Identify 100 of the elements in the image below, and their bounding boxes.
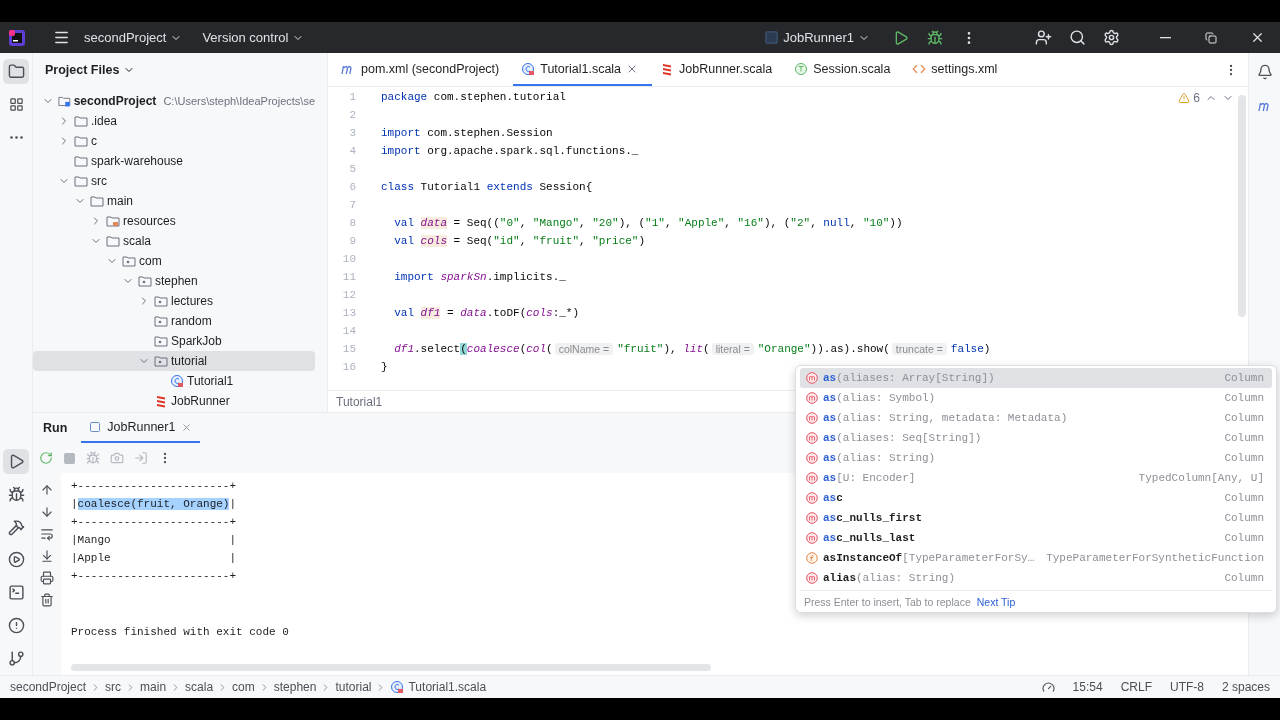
hammer-icon xyxy=(7,518,25,536)
tree-item[interactable]: secondProject C:\Users\steph\IdeaProjects\se xyxy=(33,91,315,111)
scroll-end-icon xyxy=(40,549,54,563)
method-icon xyxy=(806,512,818,524)
completion-item[interactable]: alias(alias: String) Column xyxy=(800,568,1272,588)
code-line: import sparkSn.implicits._ xyxy=(393,271,566,283)
line-number: 2 xyxy=(348,109,356,121)
console-line: |Apple | xyxy=(71,551,237,566)
completion-item[interactable]: as(alias: String, metadata: Metadata) Column xyxy=(800,408,1272,428)
completion-item[interactable]: asc_nulls_first Column xyxy=(800,508,1272,528)
code-line: import org.apache.spark.sql.functions._ xyxy=(381,145,639,157)
next-tip-link[interactable]: Next Tip xyxy=(976,595,1016,608)
tree-item[interactable]: tutorial xyxy=(33,351,315,371)
vcs-menu[interactable]: Version control xyxy=(196,27,311,48)
tree-item[interactable]: stephen xyxy=(33,271,315,291)
tree-item[interactable]: c xyxy=(33,131,315,151)
class-icon xyxy=(390,680,405,694)
completion-item[interactable]: as(aliases: Seq[String]) Column xyxy=(800,428,1272,448)
line-number: 13 xyxy=(341,307,356,319)
completion-hint: Press Enter to insert, Tab to replace xyxy=(804,595,971,608)
clear-button[interactable] xyxy=(38,591,56,609)
package-icon xyxy=(154,294,168,308)
completion-item[interactable]: asc_nulls_last Column xyxy=(800,528,1272,548)
folder-icon xyxy=(7,62,25,80)
completion-item[interactable]: asInstanceOf[TypeParameterForSy… TypeParameterForSyntheticFunction xyxy=(800,548,1272,568)
console-line: |Mango | xyxy=(71,533,237,548)
completion-item[interactable]: asc Column xyxy=(800,488,1272,508)
scrollbar[interactable] xyxy=(71,664,711,671)
line-number: 16 xyxy=(341,361,356,373)
line-number: 5 xyxy=(348,163,356,175)
run-tab[interactable]: JobRunner1 xyxy=(81,413,201,443)
tree-item[interactable]: main xyxy=(33,191,315,211)
breadcrumb-item[interactable]: Tutorial1.scala xyxy=(408,680,487,694)
breadcrumb-item[interactable]: main xyxy=(140,680,167,694)
print-button[interactable] xyxy=(38,569,56,587)
console-line: +-----------------------+ xyxy=(71,569,237,584)
file-encoding[interactable]: UTF-8 xyxy=(1169,680,1204,694)
scrollbar[interactable] xyxy=(1238,95,1246,317)
indent-setting[interactable]: 2 spaces xyxy=(1221,680,1270,694)
camera-icon xyxy=(110,451,124,465)
breadcrumb-item[interactable]: com xyxy=(232,680,255,694)
editor-tab[interactable]: JobRunner.scala xyxy=(652,53,787,86)
function-icon xyxy=(806,552,818,564)
editor-tab[interactable]: settings.xml xyxy=(904,53,1012,86)
warnings-count[interactable]: 6 xyxy=(1178,91,1200,105)
tree-item[interactable]: SparkJob xyxy=(33,331,315,351)
app-logo[interactable] xyxy=(8,28,26,47)
tree-item[interactable]: lectures xyxy=(33,291,315,311)
project-selector[interactable]: secondProject xyxy=(78,27,189,48)
method-icon xyxy=(806,432,818,444)
printer-icon xyxy=(40,571,54,585)
code-line: df1.select(coalesce(col( colName = "fruit"), lit( literal = "Orange")).as).show( truncate = false) xyxy=(393,343,991,355)
project-view-selector[interactable]: Project Files xyxy=(43,61,138,79)
tree-item[interactable]: Tutorial1 xyxy=(33,371,315,391)
completion-item[interactable]: as(alias: Symbol) Column xyxy=(800,388,1272,408)
completion-item[interactable]: as(aliases: Array[String]) Column xyxy=(800,368,1272,388)
more-icon xyxy=(9,135,23,139)
tree-item[interactable]: src xyxy=(33,171,315,191)
scala-file-icon xyxy=(154,394,168,408)
run-configuration-selector[interactable]: JobRunner1 xyxy=(758,27,876,48)
editor-tab[interactable]: pom.xml (secondProject) xyxy=(332,53,514,86)
line-number: 4 xyxy=(348,145,356,157)
tree-item[interactable]: scala xyxy=(33,231,315,251)
completion-item[interactable]: as(alias: String) Column xyxy=(800,448,1272,468)
tree-item[interactable]: com xyxy=(33,251,315,271)
caret-position[interactable]: 15:54 xyxy=(1072,680,1103,694)
method-icon xyxy=(806,392,818,404)
line-number: 11 xyxy=(341,271,356,283)
completion-item[interactable]: as[U: Encoder] TypedColumn[Any, U] xyxy=(800,468,1272,488)
package-icon xyxy=(154,334,168,348)
project-tool-button[interactable] xyxy=(3,59,29,84)
tree-item[interactable]: .idea xyxy=(33,111,315,131)
settings-icon xyxy=(1102,29,1120,46)
arrow-down-icon xyxy=(40,505,54,519)
breadcrumb-item[interactable]: stephen xyxy=(273,680,317,694)
run-panel-title: Run xyxy=(43,420,68,437)
breadcrumb-item[interactable]: secondProject xyxy=(10,680,87,694)
editor-tab[interactable]: Session.scala xyxy=(786,53,905,86)
project-path: C:\Users\steph\IdeaProjects\se xyxy=(163,95,315,107)
line-separator[interactable]: CRLF xyxy=(1120,680,1152,694)
console-line: +-----------------------+ xyxy=(71,479,237,494)
class-icon xyxy=(170,374,184,388)
breadcrumb-item[interactable]: scala xyxy=(185,680,214,694)
gauge-icon xyxy=(1041,680,1055,694)
method-icon xyxy=(806,412,818,424)
rerun-icon xyxy=(39,451,53,465)
breadcrumb-item[interactable]: tutorial xyxy=(335,680,372,694)
branch-icon xyxy=(7,650,25,668)
terminal-icon xyxy=(7,584,25,602)
tree-item[interactable]: resources xyxy=(33,211,315,231)
method-icon xyxy=(806,492,818,504)
tree-item[interactable]: JobRunner xyxy=(33,391,315,411)
editor-tab[interactable]: Tutorial1.scala xyxy=(513,53,653,86)
tree-item[interactable]: spark-warehouse xyxy=(33,151,315,171)
bell-icon xyxy=(1256,64,1273,80)
tree-item[interactable]: random xyxy=(33,311,315,331)
editor-breadcrumb[interactable]: Tutorial1 xyxy=(336,394,383,409)
run-tool-button[interactable] xyxy=(3,448,29,474)
play-icon xyxy=(893,29,909,46)
breadcrumb-item[interactable]: src xyxy=(105,680,122,694)
